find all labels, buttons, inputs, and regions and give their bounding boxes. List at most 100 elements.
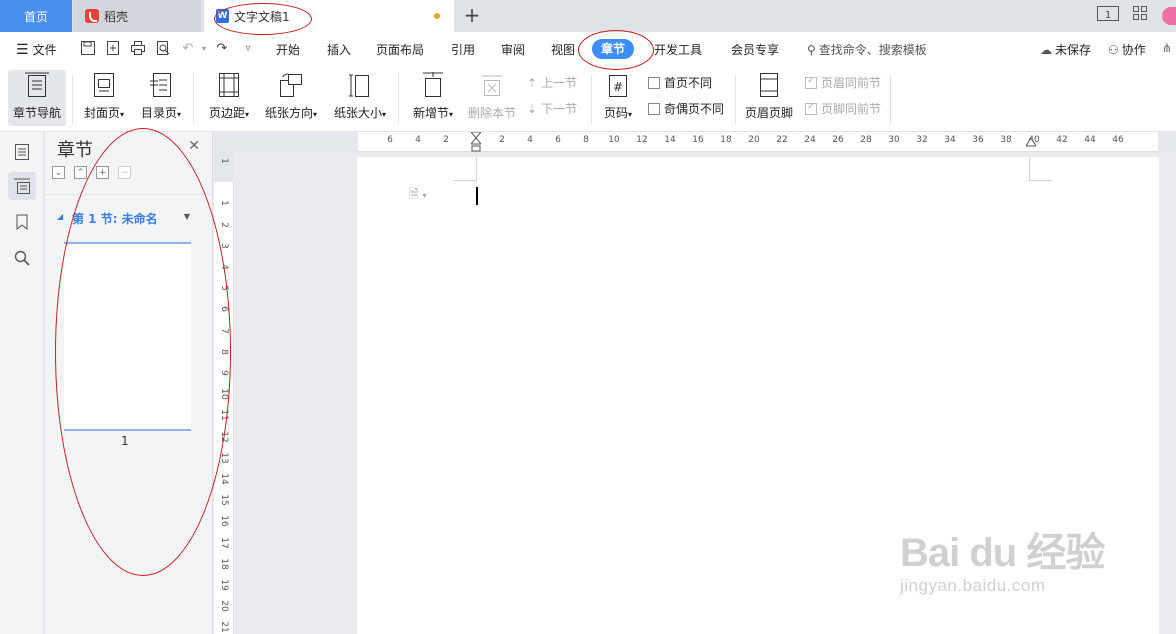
page-number-button[interactable]: # 页码▾	[598, 70, 638, 126]
user-avatar[interactable]	[1162, 7, 1176, 25]
new-tab-button[interactable]: +	[462, 3, 482, 27]
footer-same-prev-checkbox[interactable]: 页脚同前节	[805, 100, 881, 117]
tab-daoke[interactable]: 稻壳	[73, 0, 201, 32]
section-nav-icon	[22, 70, 52, 100]
redo-icon[interactable]: ↷	[214, 41, 230, 57]
save-status-label: 未保存	[1055, 43, 1092, 57]
save-status[interactable]: ☁ 未保存	[1040, 41, 1091, 58]
ruler-tick-label: 24	[804, 135, 816, 145]
ruler-tick-label: 20	[219, 600, 229, 612]
delete-section-label: 删除本节	[467, 106, 516, 120]
ruler-tick-label: 26	[832, 135, 844, 145]
print-icon[interactable]	[130, 41, 146, 57]
cloud-icon: ☁	[1040, 42, 1052, 57]
bookmark-icon[interactable]	[8, 208, 36, 236]
ruler-tick-label: 7	[219, 327, 229, 334]
export-pdf-icon[interactable]	[105, 41, 121, 57]
menu-view[interactable]: 视图	[551, 41, 575, 58]
share-icon[interactable]: ⋔	[1162, 41, 1172, 55]
ruler-tick-label: 30	[888, 135, 900, 145]
find-icon[interactable]	[8, 244, 36, 272]
indent-marker-icon[interactable]	[471, 132, 481, 152]
collaborate-button[interactable]: ⚇ 协作	[1108, 41, 1146, 58]
ruler-tick-label: 44	[1084, 135, 1096, 145]
menu-references[interactable]: 引用	[451, 41, 475, 58]
ruler-tick-label: 46	[1112, 135, 1124, 145]
undo-dropdown-icon[interactable]: ▾	[196, 41, 212, 57]
outline-icon[interactable]	[8, 138, 36, 166]
ruler-tick-label: 36	[972, 135, 984, 145]
menu-member[interactable]: 会员专享	[731, 41, 779, 58]
right-indent-marker-icon[interactable]	[1026, 138, 1036, 152]
section-nav-rail-icon[interactable]	[8, 172, 36, 200]
ruler-tick-label: 16	[692, 135, 704, 145]
section-nav-label: 章节导航	[12, 106, 61, 120]
search-icon: ⚲	[807, 42, 816, 57]
orientation-icon	[276, 70, 306, 100]
menu-section[interactable]: 章节	[592, 39, 634, 59]
print-preview-icon[interactable]	[155, 41, 171, 57]
first-page-diff-label: 首页不同	[664, 76, 713, 90]
tab-document[interactable]: W 文字文稿1	[204, 0, 454, 32]
first-page-diff-checkbox[interactable]: 首页不同	[648, 74, 712, 91]
paragraph-options-icon[interactable]: 🗎 ▾	[409, 185, 426, 206]
menu-page-layout[interactable]: 页面布局	[376, 41, 424, 58]
ruler-tick-label: 2	[499, 135, 505, 145]
delete-section-icon	[477, 70, 507, 100]
toc-page-button[interactable]: 目录页▾	[138, 70, 184, 126]
paper-size-label: 纸张大小	[333, 106, 382, 120]
ruler-tick-label: 1	[219, 158, 229, 164]
pane-toolbar: ⌄ ⌃ + −	[52, 166, 131, 179]
page-thumbnail-number: 1	[121, 434, 129, 448]
hamburger-icon: ☰	[16, 41, 29, 58]
collapse-all-icon[interactable]: ⌄	[52, 166, 65, 179]
file-menu[interactable]: ☰ 文件	[16, 41, 57, 58]
margins-button[interactable]: 页边距▾	[204, 70, 254, 126]
menu-developer[interactable]: 开发工具	[654, 41, 702, 58]
expand-triangle-icon[interactable]: ◢	[57, 212, 63, 221]
add-section-icon[interactable]: +	[96, 166, 109, 179]
menu-start[interactable]: 开始	[276, 41, 300, 58]
apps-grid-icon	[1133, 6, 1147, 20]
delete-section-button[interactable]: 删除本节	[466, 70, 518, 126]
expand-all-icon[interactable]: ⌃	[74, 166, 87, 179]
ruler-tick-label: 9	[219, 370, 229, 376]
save-icon[interactable]	[80, 41, 96, 57]
customize-toolbar-icon[interactable]: ▿	[240, 41, 256, 57]
ruler-tick-label: 12	[636, 135, 648, 145]
daoke-logo-icon	[85, 9, 99, 23]
page-thumbnail[interactable]	[64, 242, 191, 431]
undo-icon[interactable]: ↶	[180, 41, 196, 57]
margins-label: 页边距	[208, 106, 245, 120]
writer-doc-icon: W	[216, 9, 229, 23]
tab-home[interactable]: 首页	[0, 0, 72, 32]
header-footer-button[interactable]: 页眉页脚	[743, 70, 795, 126]
remove-section-icon[interactable]: −	[118, 166, 131, 179]
paper-size-button[interactable]: 纸张大小▾	[331, 70, 389, 126]
cover-page-button[interactable]: 封面页▾	[80, 70, 128, 126]
new-section-button[interactable]: 新增节▾	[409, 70, 457, 126]
command-search[interactable]: ⚲ 查找命令、搜索模板	[807, 41, 927, 58]
odd-even-diff-label: 奇偶页不同	[664, 102, 725, 116]
section-nav-button[interactable]: 章节导航	[8, 70, 66, 126]
odd-even-diff-checkbox[interactable]: 奇偶页不同	[648, 100, 724, 117]
tab-daoke-label: 稻壳	[104, 9, 129, 24]
apps-grid-button[interactable]	[1133, 6, 1147, 26]
section-menu-chevron-icon[interactable]: ▼	[184, 212, 190, 221]
page-view-button[interactable]: 1	[1097, 6, 1119, 26]
menu-bar: ☰ 文件 开始 插入 页面布局 引用 审阅 视图 开发工具 会员专享 ⚲ 查找命…	[0, 32, 1176, 66]
ruler-tick-label: 5	[219, 285, 229, 292]
page-view-icon: 1	[1097, 6, 1119, 21]
ruler-tick-label: 6	[387, 135, 393, 145]
section-item-1[interactable]: 第 1 节: 未命名	[72, 210, 158, 227]
toc-page-icon	[146, 70, 176, 100]
menu-insert[interactable]: 插入	[327, 41, 351, 58]
next-section-button[interactable]: ⇣ 下一节	[527, 100, 577, 117]
ruler-tick-label: 12	[219, 430, 229, 443]
orientation-button[interactable]: 纸张方向▾	[262, 70, 320, 126]
header-same-prev-checkbox[interactable]: 页眉同前节	[805, 74, 881, 91]
left-icon-rail	[0, 132, 44, 634]
menu-review[interactable]: 审阅	[501, 41, 525, 58]
close-icon[interactable]: ✕	[188, 138, 200, 154]
prev-section-button[interactable]: ⇡ 上一节	[527, 74, 577, 91]
